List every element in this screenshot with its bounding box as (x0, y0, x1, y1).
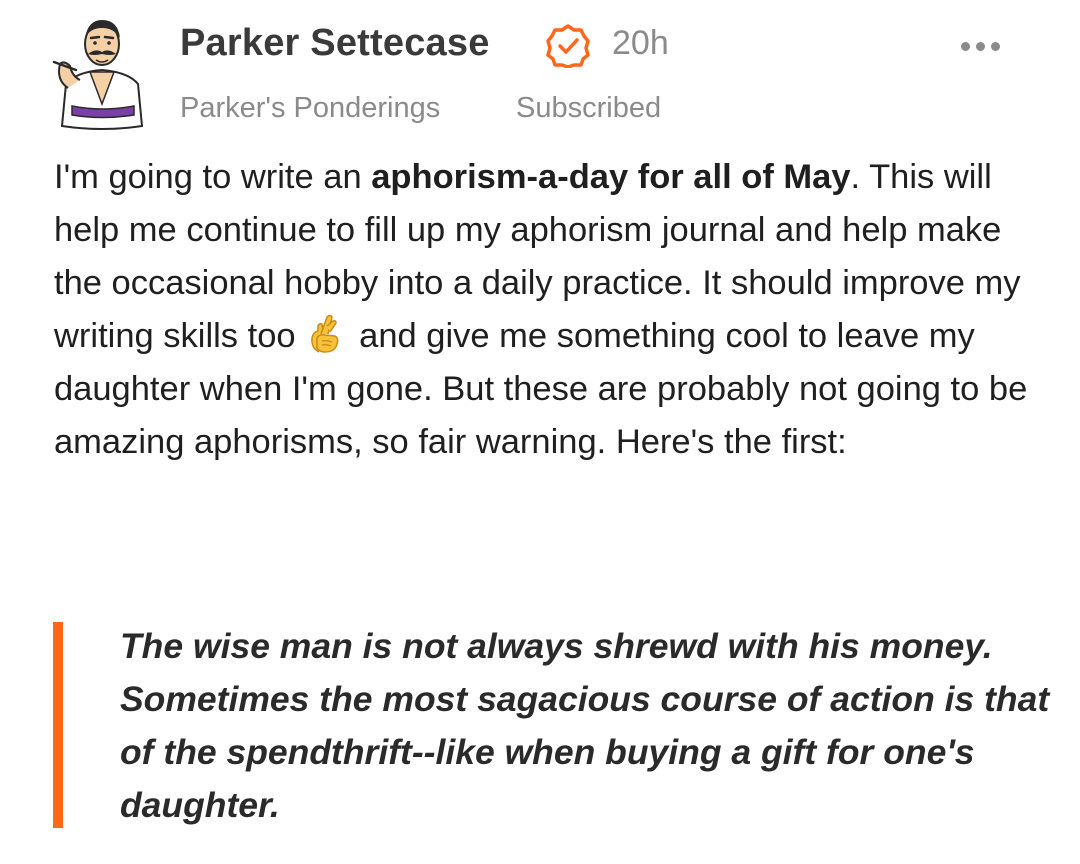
post-body: I'm going to write an aphorism-a-day for… (54, 151, 1039, 469)
blockquote: The wise man is not always shrewd with h… (120, 620, 1050, 832)
post-timestamp: 20h (612, 24, 669, 62)
blockquote-text: The wise man is not always shrewd with h… (120, 626, 1050, 825)
ellipsis-icon (990, 41, 1000, 51)
author-avatar[interactable] (46, 14, 158, 132)
post-card: Parker Settecase 20h Parker's Ponderings… (0, 0, 1080, 864)
ellipsis-icon (975, 41, 985, 51)
cartoon-man-in-gi-icon (52, 20, 144, 130)
more-options-button[interactable] (952, 30, 1008, 62)
crossed-fingers-icon (311, 314, 339, 353)
author-name[interactable]: Parker Settecase (180, 22, 490, 65)
publication-link[interactable]: Parker's Ponderings (180, 92, 440, 125)
body-text-part: I'm going to write an (54, 158, 372, 196)
blockquote-bar (53, 622, 63, 828)
ellipsis-icon (960, 41, 970, 51)
verified-badge-icon (546, 24, 590, 68)
subscription-status: Subscribed (516, 92, 662, 124)
body-bold-text: aphorism-a-day for all of May (371, 158, 851, 196)
